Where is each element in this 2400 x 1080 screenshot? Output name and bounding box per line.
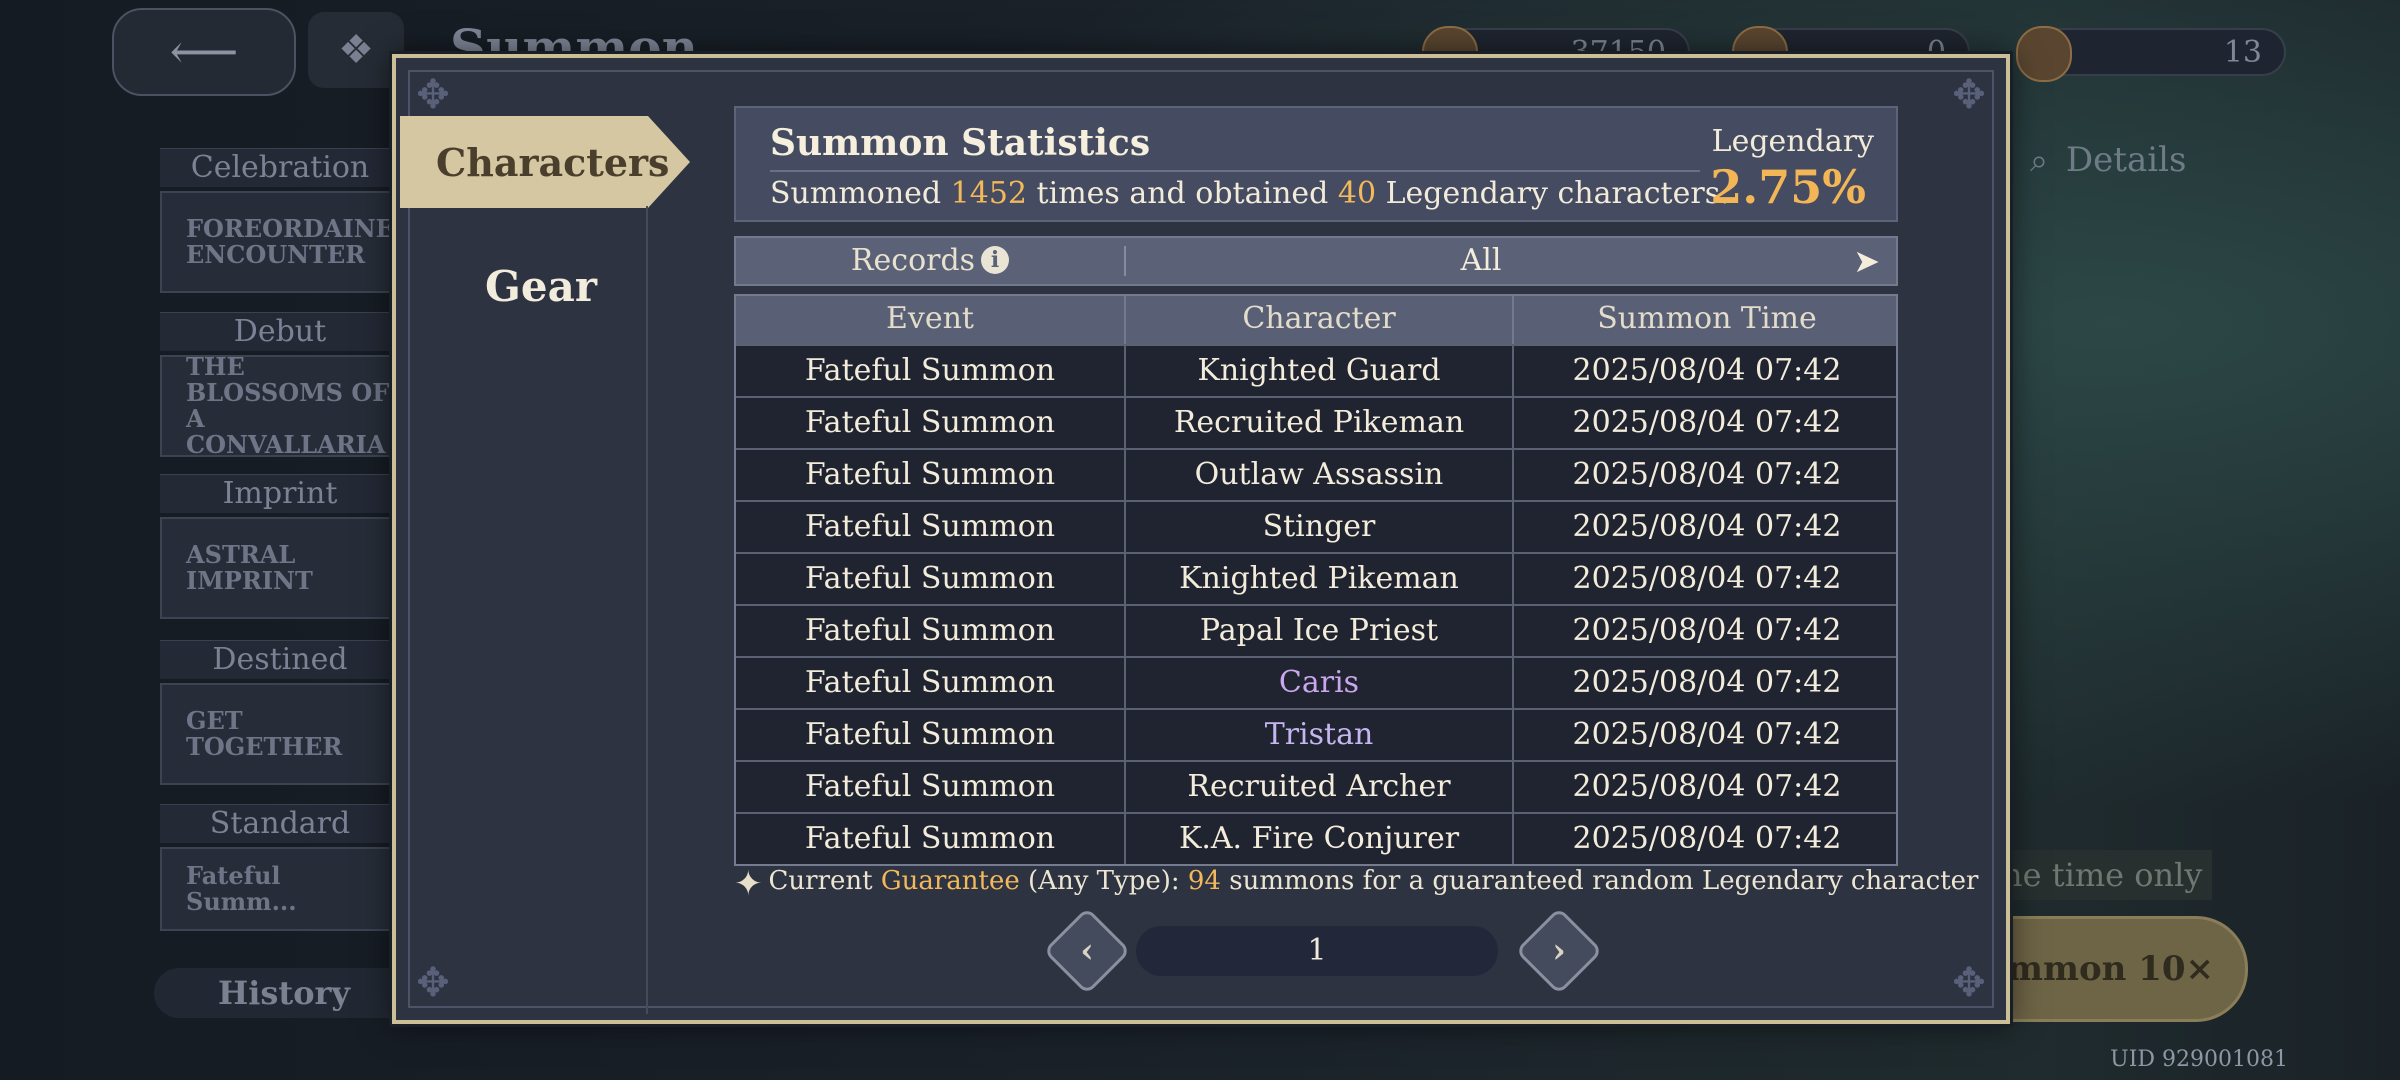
token-icon	[2016, 26, 2072, 82]
event-cell: Fateful Summon	[804, 353, 1056, 388]
table-row: Fateful Summon Knighted Guard 2025/08/04…	[736, 344, 1896, 396]
statistics-summary: Summoned 1452 times and obtained 40 Lege…	[770, 176, 1730, 211]
banner-destined[interactable]: Destined GET TOGETHER	[160, 640, 400, 785]
table-row: Fateful Summon Papal Ice Priest 2025/08/…	[736, 604, 1896, 656]
event-cell: Fateful Summon	[804, 613, 1056, 648]
character-cell: Caris	[1124, 658, 1512, 708]
page-number: 1	[1136, 926, 1498, 976]
legendary-count: 40	[1337, 176, 1377, 211]
records-label: Records i	[736, 238, 1124, 284]
table-row: Fateful Summon Caris 2025/08/04 07:42	[736, 656, 1896, 708]
character-cell: Recruited Archer	[1124, 762, 1512, 812]
info-icon[interactable]: i	[981, 246, 1010, 274]
column-header-summon-time: Summon Time	[1512, 296, 1900, 344]
chevron-right-icon[interactable]: ➤	[1853, 238, 1880, 284]
home-icon: ❖	[338, 27, 374, 73]
banner-celebration[interactable]: Celebration FOREORDAINED ENCOUNTER	[160, 148, 415, 293]
character-cell: Knighted Pikeman	[1124, 554, 1512, 604]
details-button[interactable]: ⌕ Details	[2030, 140, 2186, 180]
event-cell: Fateful Summon	[804, 509, 1056, 544]
records-table: Event Character Summon Time Fateful Summ…	[734, 294, 1898, 866]
event-cell: Fateful Summon	[804, 821, 1056, 856]
summon-time-cell: 2025/08/04 07:42	[1512, 814, 1900, 864]
sidebar-divider	[646, 206, 648, 1014]
table-row: Fateful Summon Stinger 2025/08/04 07:42	[736, 500, 1896, 552]
statistics-title: Summon Statistics	[770, 122, 1151, 164]
event-cell: Fateful Summon	[804, 769, 1056, 804]
table-header-row: Event Character Summon Time	[736, 296, 1896, 344]
summon-time-cell: 2025/08/04 07:42	[1512, 762, 1900, 812]
corner-ornament-icon: ✥	[1952, 960, 1986, 1006]
one-time-only-label: ne time only	[1990, 850, 2212, 900]
event-cell: Fateful Summon	[804, 405, 1056, 440]
banner-imprint[interactable]: Imprint ASTRAL IMPRINT	[160, 474, 400, 619]
legendary-rate: 2.75%	[1710, 160, 1866, 214]
table-row: Fateful Summon Outlaw Assassin 2025/08/0…	[736, 448, 1896, 500]
currency-summon-tokens[interactable]: 13	[2016, 26, 2286, 82]
tab-characters[interactable]: Characters	[400, 116, 690, 208]
summon-time-cell: 2025/08/04 07:42	[1512, 554, 1900, 604]
chevron-right-icon: ›	[1552, 931, 1566, 971]
divider	[770, 170, 1700, 172]
table-row: Fateful Summon Recruited Pikeman 2025/08…	[736, 396, 1896, 448]
summon-time-cell: 2025/08/04 07:42	[1512, 502, 1900, 552]
summon-time-cell: 2025/08/04 07:42	[1512, 658, 1900, 708]
table-row: Fateful Summon Knighted Pikeman 2025/08/…	[736, 552, 1896, 604]
summon-time-cell: 2025/08/04 07:42	[1512, 398, 1900, 448]
summon-time-cell: 2025/08/04 07:42	[1512, 606, 1900, 656]
records-filter-value[interactable]: All	[1126, 238, 1836, 284]
character-cell: Recruited Pikeman	[1124, 398, 1512, 448]
guarantee-count: 94	[1187, 866, 1221, 896]
sparkle-icon: ✦	[734, 864, 763, 904]
back-arrow-icon: ⟵	[169, 24, 239, 80]
tab-gear[interactable]: Gear	[396, 262, 686, 311]
column-header-character: Character	[1124, 296, 1512, 344]
summon-time-cell: 2025/08/04 07:42	[1512, 450, 1900, 500]
guarantee-notice: ✦ Current Guarantee (Any Type): 94 summon…	[734, 864, 1979, 904]
event-cell: Fateful Summon	[804, 717, 1056, 752]
corner-ornament-icon: ✥	[416, 960, 450, 1006]
corner-ornament-icon: ✥	[416, 72, 450, 118]
character-cell: Stinger	[1124, 502, 1512, 552]
character-cell: Papal Ice Priest	[1124, 606, 1512, 656]
records-filter-bar[interactable]: Records i All ➤	[734, 236, 1898, 286]
table-row: Fateful Summon K.A. Fire Conjurer 2025/0…	[736, 812, 1896, 864]
banner-debut[interactable]: Debut THE BLOSSOMS OF A CONVALLARIA	[160, 312, 400, 458]
user-id: UID 929001081	[2110, 1047, 2288, 1072]
banner-standard[interactable]: Standard Fateful Summ...	[160, 804, 400, 931]
magnifier-icon: ⌕	[2030, 141, 2048, 179]
table-row: Fateful Summon Tristan 2025/08/04 07:42	[736, 708, 1896, 760]
summon-records-modal: ✥ ✥ ✥ ✥ Characters Gear Summon Statistic…	[392, 54, 2010, 1024]
event-cell: Fateful Summon	[804, 561, 1056, 596]
character-cell: Tristan	[1124, 710, 1512, 760]
column-header-event: Event	[886, 301, 974, 336]
summon-10x-button[interactable]: mmon 10×	[1990, 916, 2248, 1022]
event-cell: Fateful Summon	[804, 457, 1056, 492]
legendary-label: Legendary	[1711, 124, 1874, 159]
summon-count: 1452	[950, 176, 1028, 211]
summon-statistics-panel: Summon Statistics Summoned 1452 times an…	[734, 106, 1898, 222]
character-cell: Outlaw Assassin	[1124, 450, 1512, 500]
table-row: Fateful Summon Recruited Archer 2025/08/…	[736, 760, 1896, 812]
event-cell: Fateful Summon	[804, 665, 1056, 700]
summon-time-cell: 2025/08/04 07:42	[1512, 710, 1900, 760]
character-cell: Knighted Guard	[1124, 346, 1512, 396]
back-button[interactable]: ⟵	[112, 8, 296, 96]
corner-ornament-icon: ✥	[1952, 72, 1986, 118]
history-button[interactable]: History	[154, 968, 414, 1018]
chevron-left-icon: ‹	[1080, 931, 1094, 971]
home-button[interactable]: ❖	[308, 12, 404, 88]
summon-time-cell: 2025/08/04 07:42	[1512, 346, 1900, 396]
character-cell: K.A. Fire Conjurer	[1124, 814, 1512, 864]
